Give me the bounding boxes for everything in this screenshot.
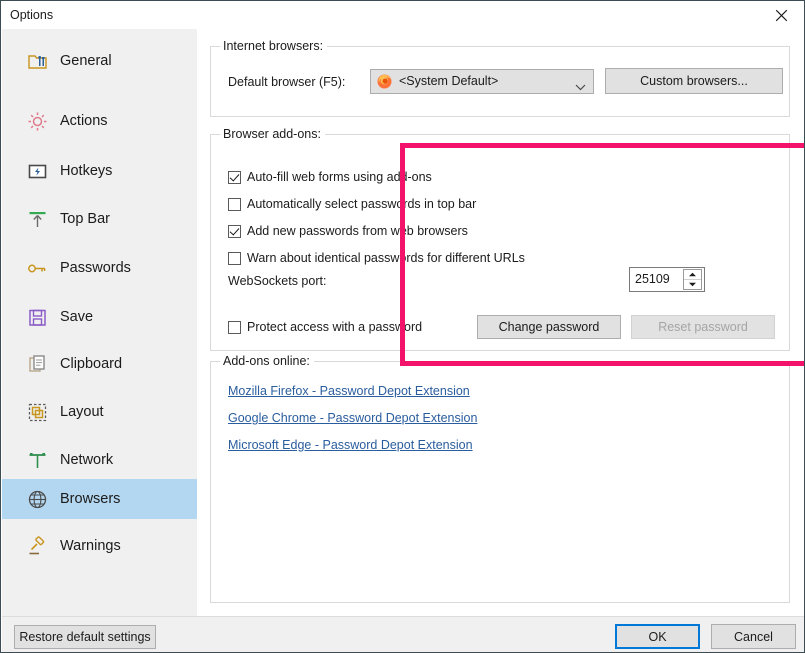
checkbox-warn-identical-passwords[interactable]: Warn about identical passwords for diffe… [228,251,525,265]
restore-default-settings-button[interactable]: Restore default settings [14,625,156,649]
checkbox-box[interactable] [228,197,241,211]
ok-button-label: OK [648,629,667,644]
sidebar-item-top-bar[interactable]: Top Bar [2,199,197,239]
checkbox-box[interactable] [228,224,241,238]
reset-password-button-label: Reset password [658,320,748,334]
checkbox-box[interactable] [228,170,241,184]
link-firefox-extension[interactable]: Mozilla Firefox - Password Depot Extensi… [228,384,470,398]
chevron-down-icon[interactable] [575,78,586,96]
default-browser-label: Default browser (F5): [228,75,346,89]
dialog-footer: Restore default settings OK Cancel [2,616,804,652]
key-icon [25,256,49,280]
sidebar-item-save[interactable]: Save [2,297,197,337]
sidebar-item-hotkeys[interactable]: Hotkeys [2,151,197,191]
internet-browsers-group: Internet browsers: Default browser (F5):… [210,39,790,117]
checkbox-auto-fill-web-forms[interactable]: Auto-fill web forms using add-ons [228,170,432,184]
custom-browsers-button-label: Custom browsers... [640,74,748,88]
addons-online-legend: Add-ons online: [220,354,314,368]
sidebar-item-browsers[interactable]: Browsers [2,479,197,519]
checkbox-box[interactable] [228,320,241,334]
checkbox-box[interactable] [228,251,241,265]
restore-button-label: Restore default settings [19,630,151,644]
sidebar-item-label: General [60,53,112,69]
sidebar-item-layout[interactable]: Layout [2,392,197,432]
websockets-port-label: WebSockets port: [228,274,327,288]
browser-addons-legend: Browser add-ons: [220,127,325,141]
floppy-disk-icon [25,305,49,329]
checkbox-protect-access[interactable]: Protect access with a password [228,320,422,334]
link-edge-extension[interactable]: Microsoft Edge - Password Depot Extensio… [228,438,473,452]
clipboard-icon [25,352,49,376]
sidebar-item-label: Top Bar [60,211,110,227]
addons-online-group: Add-ons online: Mozilla Firefox - Passwo… [210,354,790,603]
main-content: Internet browsers: Default browser (F5):… [197,29,804,616]
gear-icon [25,109,49,133]
checkbox-label: Auto-fill web forms using add-ons [247,170,432,184]
sidebar: General Actions Hotkeys Top Bar Password… [2,29,197,616]
options-dialog: Options General Actions Hotkeys Top Bar … [0,0,805,653]
default-browser-dropdown[interactable]: <System Default> [370,69,594,94]
browser-addons-group: Browser add-ons: Auto-fill web forms usi… [210,127,790,351]
sidebar-item-label: Warnings [60,538,121,554]
stepper-buttons[interactable] [683,269,702,290]
sidebar-item-clipboard[interactable]: Clipboard [2,344,197,384]
reset-password-button: Reset password [631,315,775,339]
checkbox-label: Warn about identical passwords for diffe… [247,251,525,265]
sidebar-item-warnings[interactable]: Warnings [2,526,197,566]
cancel-button[interactable]: Cancel [711,624,796,649]
change-password-button[interactable]: Change password [477,315,621,339]
window-title: Options [10,8,54,22]
network-icon [25,448,49,472]
sidebar-item-network[interactable]: Network [2,440,197,480]
keyboard-bolt-icon [25,159,49,183]
close-icon[interactable] [759,1,804,29]
sidebar-item-label: Save [60,309,94,325]
change-password-button-label: Change password [498,320,600,334]
sidebar-item-actions[interactable]: Actions [2,101,197,141]
layout-icon [25,400,49,424]
spinner-down-icon[interactable] [684,280,701,290]
custom-browsers-button[interactable]: Custom browsers... [605,68,783,94]
firefox-icon [376,73,393,90]
spinner-up-icon[interactable] [684,270,701,280]
sidebar-item-label: Clipboard [60,356,123,372]
gavel-icon [25,534,49,558]
websockets-port-stepper[interactable]: 25109 [629,267,705,292]
sidebar-item-label: Browsers [60,491,121,507]
checkbox-label: Automatically select passwords in top ba… [247,197,477,211]
internet-browsers-legend: Internet browsers: [220,39,328,53]
checkbox-auto-select-passwords[interactable]: Automatically select passwords in top ba… [228,197,476,211]
checkbox-label: Protect access with a password [247,320,423,334]
link-chrome-extension[interactable]: Google Chrome - Password Depot Extension [228,411,477,425]
cancel-button-label: Cancel [734,629,773,644]
title-bar: Options [1,1,804,29]
sidebar-item-label: Passwords [60,260,131,276]
sidebar-item-label: Network [60,452,114,468]
checkbox-label: Add new passwords from web browsers [247,224,468,238]
globe-icon [25,487,49,511]
checkbox-add-new-passwords[interactable]: Add new passwords from web browsers [228,224,468,238]
sidebar-item-label: Hotkeys [60,163,113,179]
sidebar-item-label: Layout [60,404,104,420]
arrow-up-bar-icon [25,207,49,231]
ok-button[interactable]: OK [615,624,700,649]
sidebar-item-label: Actions [60,113,108,129]
sidebar-item-general[interactable]: General [2,41,197,81]
websockets-port-value[interactable]: 25109 [635,272,670,286]
default-browser-value: <System Default> [399,74,499,88]
folder-tools-icon [25,49,49,73]
sidebar-item-passwords[interactable]: Passwords [2,248,197,288]
